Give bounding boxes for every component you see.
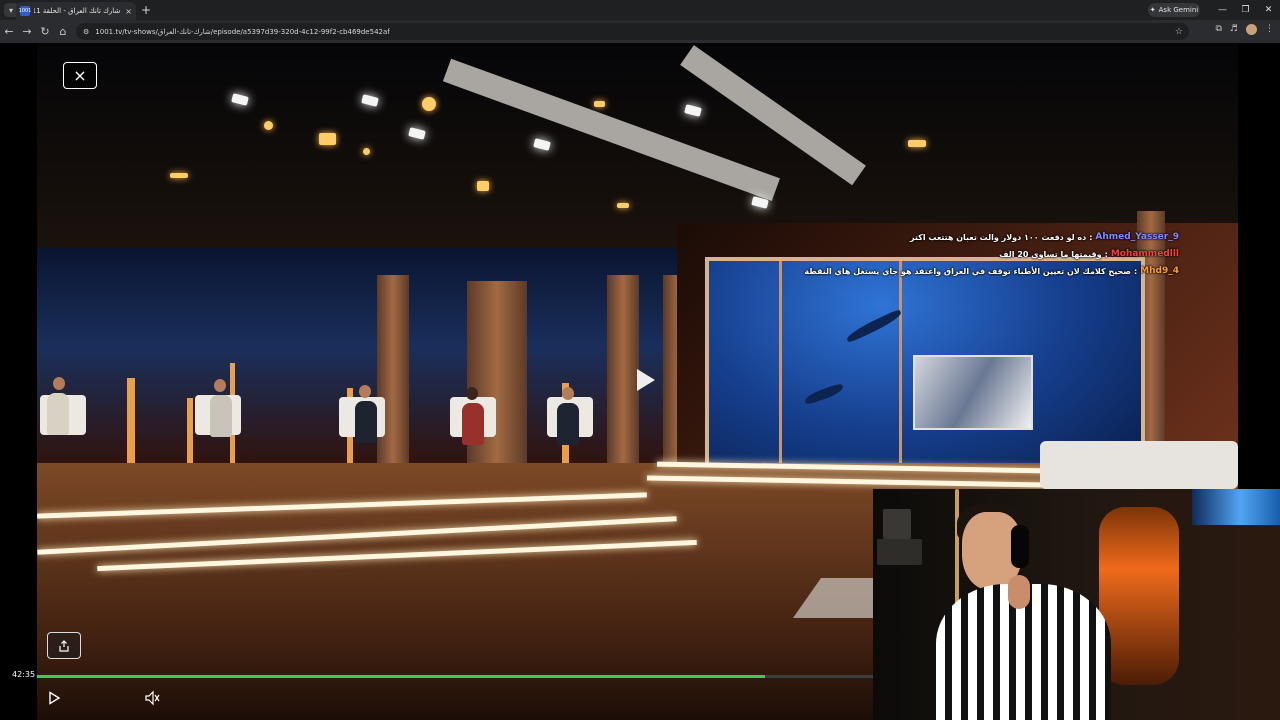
share-icon: [59, 639, 69, 652]
aquarium-frame-divider: [899, 261, 902, 479]
stage-step-light: [37, 492, 647, 519]
restore-icon[interactable]: ❐: [1234, 0, 1257, 20]
gemini-icon: ✦: [1149, 6, 1156, 14]
shelf-figure: [883, 509, 911, 539]
chat-text: وقيمتها ما تساوي 20 الف: [999, 250, 1102, 259]
progress-fill: [37, 675, 766, 678]
wall-tv-display: [913, 355, 1033, 430]
chat-text: ده لو دفعت ١٠٠ دولار والت تعبان هتتعب اك…: [909, 233, 1087, 242]
background-monitor: [1192, 489, 1280, 525]
investor: [210, 395, 232, 437]
share-button[interactable]: [47, 632, 81, 659]
shark-silhouette: [844, 308, 904, 344]
tab-title: شارك تانك العراق - الحلقة 11: [34, 7, 121, 15]
ceiling-spotlight: [422, 97, 436, 111]
window-controls: — ❐ ✕: [1211, 0, 1280, 20]
new-tab-icon[interactable]: +: [141, 3, 151, 17]
site-info-icon[interactable]: ⚙: [83, 28, 89, 36]
skyline-tower: [127, 378, 135, 468]
extensions-icon[interactable]: ⧉: [1215, 24, 1221, 35]
chat-message: Mhd9_4 : صحيح كلامك لان تعيين الأطباء تو…: [804, 263, 1179, 280]
ceiling-spotlight: [908, 140, 926, 147]
browser-tab-strip: ▾ 1001 شارك تانك العراق - الحلقة 11 × + …: [0, 0, 1280, 20]
more-icon[interactable]: ⋮: [1265, 24, 1274, 35]
progress-bar[interactable]: [37, 675, 874, 678]
wood-pillar: [467, 281, 527, 481]
stage-step-light: [656, 461, 1048, 474]
minimize-icon[interactable]: —: [1211, 0, 1234, 20]
browser-toolbar: ← → ↻ ⌂ ⚙ 1001.tv/tv-shows/شارك-تانك-الع…: [0, 20, 1280, 43]
investor-head: [214, 379, 226, 392]
profile-avatar[interactable]: [1246, 24, 1257, 35]
home-icon[interactable]: ⌂: [54, 25, 72, 38]
chat-username: Mohammedlll: [1110, 249, 1179, 259]
chat-separator: :: [1133, 267, 1138, 276]
wood-pillar: [377, 275, 409, 485]
close-window-icon[interactable]: ✕: [1257, 0, 1280, 20]
chat-message: Ahmed_Yasser_9 : ده لو دفعت ١٠٠ دولار وا…: [839, 229, 1179, 246]
investor: [355, 401, 377, 443]
play-icon[interactable]: [629, 365, 659, 395]
streamer-webcam-overlay: [873, 489, 1280, 720]
live-chat-overlay: Ahmed_Yasser_9 : ده لو دفعت ١٠٠ دولار وا…: [804, 229, 1179, 280]
volume-icon[interactable]: [144, 690, 160, 706]
ceiling-spotlight: [319, 133, 336, 145]
ask-gemini-label: Ask Gemini: [1158, 6, 1199, 14]
ceiling-spotlight: [264, 121, 273, 130]
shelf-box: [877, 539, 922, 565]
close-player-button[interactable]: ×: [63, 62, 97, 89]
shark-silhouette: [803, 383, 845, 405]
skyline-tower: [187, 398, 193, 468]
investor-head: [359, 385, 371, 398]
headset: [1011, 525, 1029, 568]
chat-username: Mhd9_4: [1140, 266, 1179, 276]
elapsed-time: 42:35: [12, 670, 36, 679]
investor: [557, 403, 579, 445]
forward-icon[interactable]: →: [18, 25, 36, 38]
streamer-hand: [1008, 575, 1030, 609]
ceiling-spotlight: [170, 173, 188, 178]
investor-head: [53, 377, 65, 390]
gaming-chair: [1099, 507, 1179, 685]
stage-step-light: [646, 475, 1048, 488]
ceiling-spotlight: [617, 203, 629, 208]
chat-username: Ahmed_Yasser_9: [1095, 232, 1179, 242]
chat-text: صحيح كلامك لان تعيين الأطباء توقف في الع…: [804, 267, 1131, 276]
bookmark-star-icon[interactable]: ☆: [1175, 27, 1183, 37]
wall-light-strip: [955, 489, 959, 609]
aquarium-frame-divider: [779, 261, 782, 479]
site-favicon: 1001: [18, 6, 32, 16]
address-text: 1001.tv/tv-shows/شارك-تانك-العراق/episod…: [95, 27, 390, 36]
chat-separator: :: [1104, 250, 1108, 259]
address-bar[interactable]: ⚙ 1001.tv/tv-shows/شارك-تانك-العراق/epis…: [76, 23, 1189, 40]
ceiling-spotlight: [594, 101, 605, 107]
ask-gemini-button[interactable]: ✦ Ask Gemini: [1148, 3, 1200, 17]
chat-message: Mohammedlll : وقيمتها ما تساوي 20 الف: [839, 246, 1179, 263]
close-icon: ×: [73, 66, 87, 85]
investor: [462, 403, 484, 445]
toolbar-actions: ⧉ ♬ ⋮: [1215, 24, 1274, 35]
investor: [47, 393, 69, 435]
video-player-page: Ahmed_Yasser_9 : ده لو دفعت ١٠٠ دولار وا…: [0, 43, 1280, 720]
browser-tab[interactable]: 1001 شارك تانك العراق - الحلقة 11 ×: [16, 2, 136, 20]
white-sofa: [1040, 441, 1238, 489]
chat-separator: :: [1089, 233, 1093, 242]
ceiling-spotlight: [477, 181, 489, 191]
investor-head: [562, 387, 574, 400]
reload-icon[interactable]: ↻: [36, 25, 54, 38]
media-icon[interactable]: ♬: [1230, 24, 1238, 35]
investor-head: [466, 387, 478, 400]
close-tab-icon[interactable]: ×: [125, 7, 132, 16]
play-button[interactable]: [47, 691, 61, 705]
ceiling-spotlight: [363, 148, 370, 155]
back-icon[interactable]: ←: [0, 25, 18, 38]
